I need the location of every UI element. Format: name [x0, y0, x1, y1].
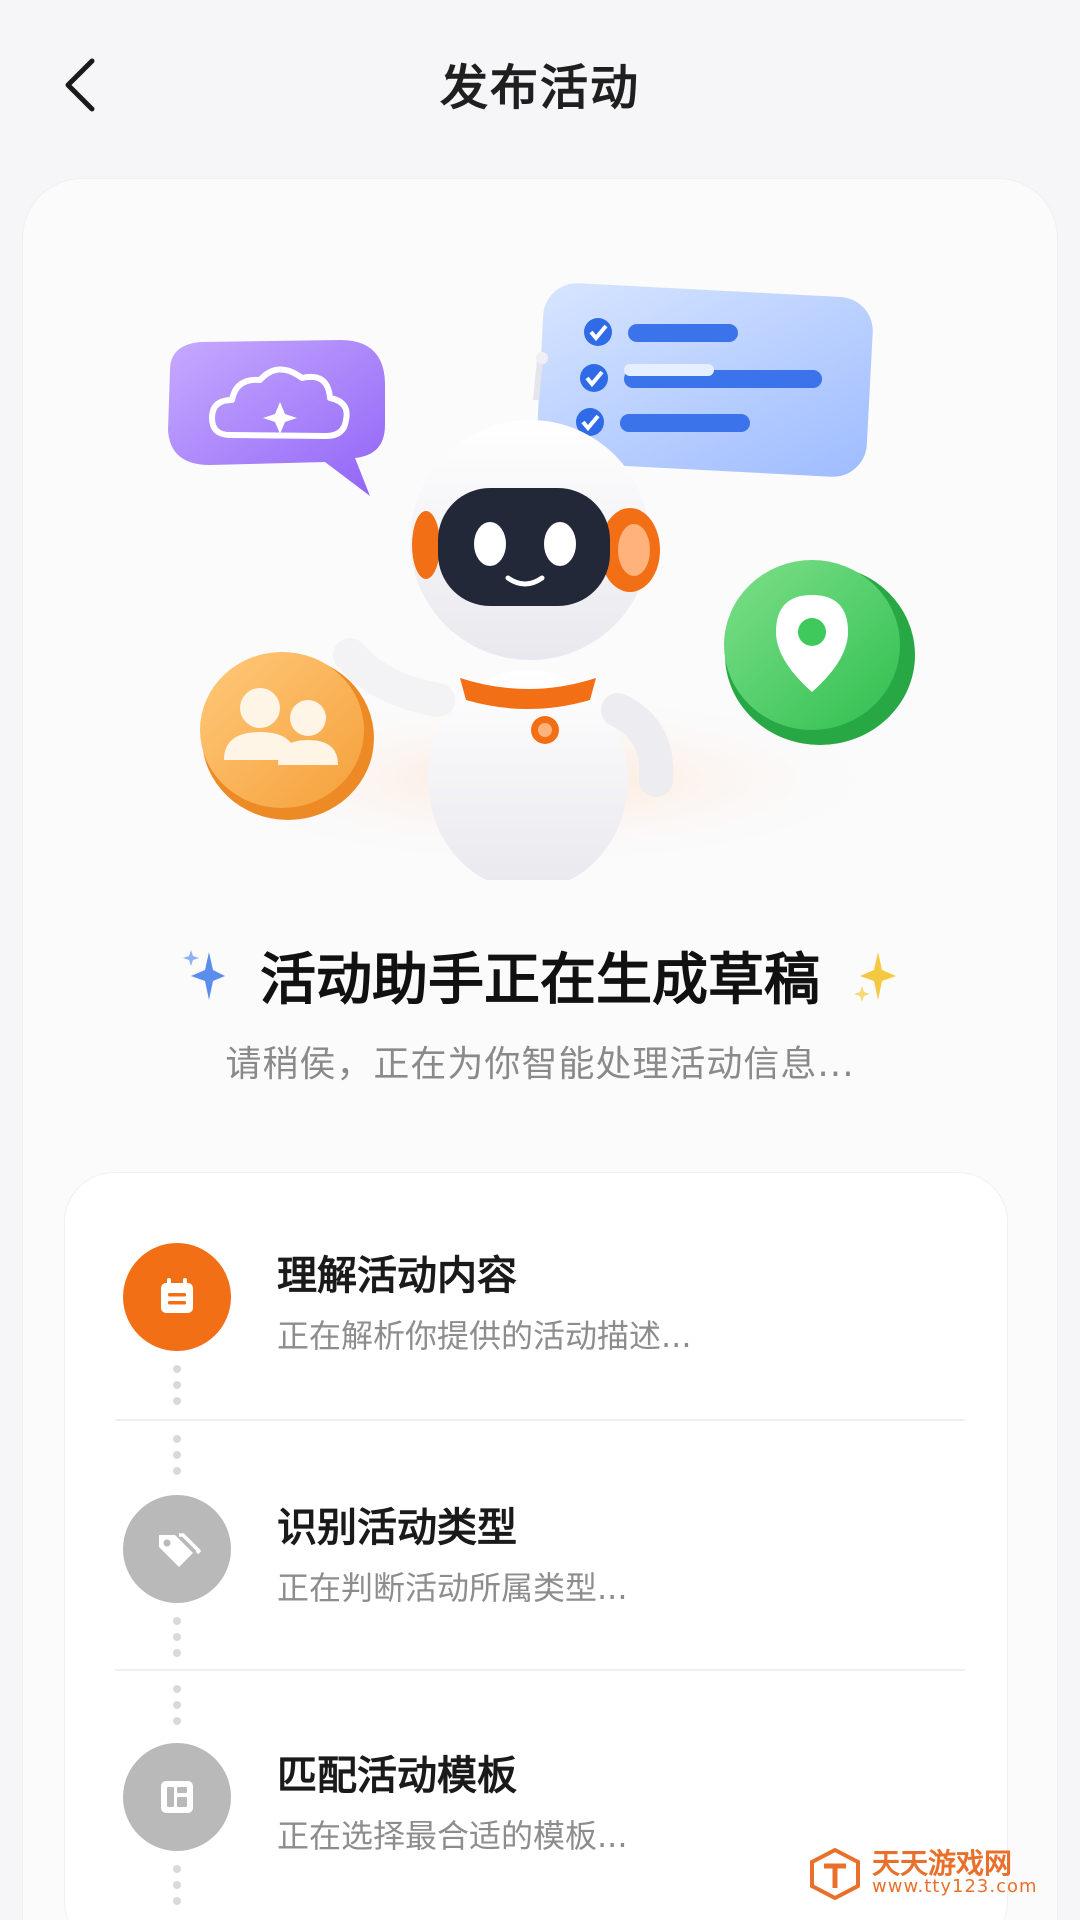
step-connector	[173, 1365, 181, 1413]
hero-subtitle: 请稍侯，正在为你智能处理活动信息...	[225, 1044, 855, 1085]
template-layout-icon	[123, 1743, 231, 1851]
steps-card: 理解活动内容 正在解析你提供的活动描述... 识别活动类型 正在判断活动所属类型…	[64, 1172, 1008, 1920]
page: 发布活动 活动助手正在生成草稿 请稍侯，正在为你智能处理活动信息... 理解活动…	[0, 0, 1080, 1920]
calendar-icon	[123, 1243, 231, 1351]
step-title: 识别活动类型	[277, 1505, 517, 1551]
header: 发布活动	[0, 0, 1080, 170]
hero-title: 活动助手正在生成草稿	[0, 935, 1080, 1016]
step-title: 理解活动内容	[277, 1253, 517, 1299]
location-pin-icon	[724, 560, 915, 745]
cloud-chat-bubble-icon	[168, 340, 385, 496]
watermark: 天天游戏网 www.tty123.com	[808, 1846, 1038, 1900]
step-desc: 正在解析你提供的活动描述...	[277, 1317, 692, 1355]
hero-title-text: 活动助手正在生成草稿	[260, 948, 820, 1013]
divider	[115, 1669, 965, 1671]
step-desc: 正在判断活动所属类型...	[277, 1569, 628, 1607]
step-connector	[173, 1617, 181, 1665]
watermark-url: www.tty123.com	[872, 1876, 1038, 1898]
watermark-name: 天天游戏网	[872, 1846, 1013, 1880]
tags-icon	[123, 1495, 231, 1603]
hero-illustration	[168, 283, 915, 880]
page-title: 发布活动	[439, 60, 640, 116]
step-connector	[173, 1865, 181, 1913]
step-title: 匹配活动模板	[277, 1753, 517, 1799]
sparkle-icon	[182, 949, 225, 1000]
step-identify-type: 识别活动类型 正在判断活动所属类型...	[65, 1425, 1009, 1657]
watermark-logo-icon	[810, 1847, 860, 1900]
divider	[115, 1419, 965, 1421]
step-desc: 正在选择最合适的模板...	[277, 1817, 628, 1855]
sparkle-icon	[853, 951, 896, 1002]
step-understand-content: 理解活动内容 正在解析你提供的活动描述...	[65, 1173, 1009, 1405]
